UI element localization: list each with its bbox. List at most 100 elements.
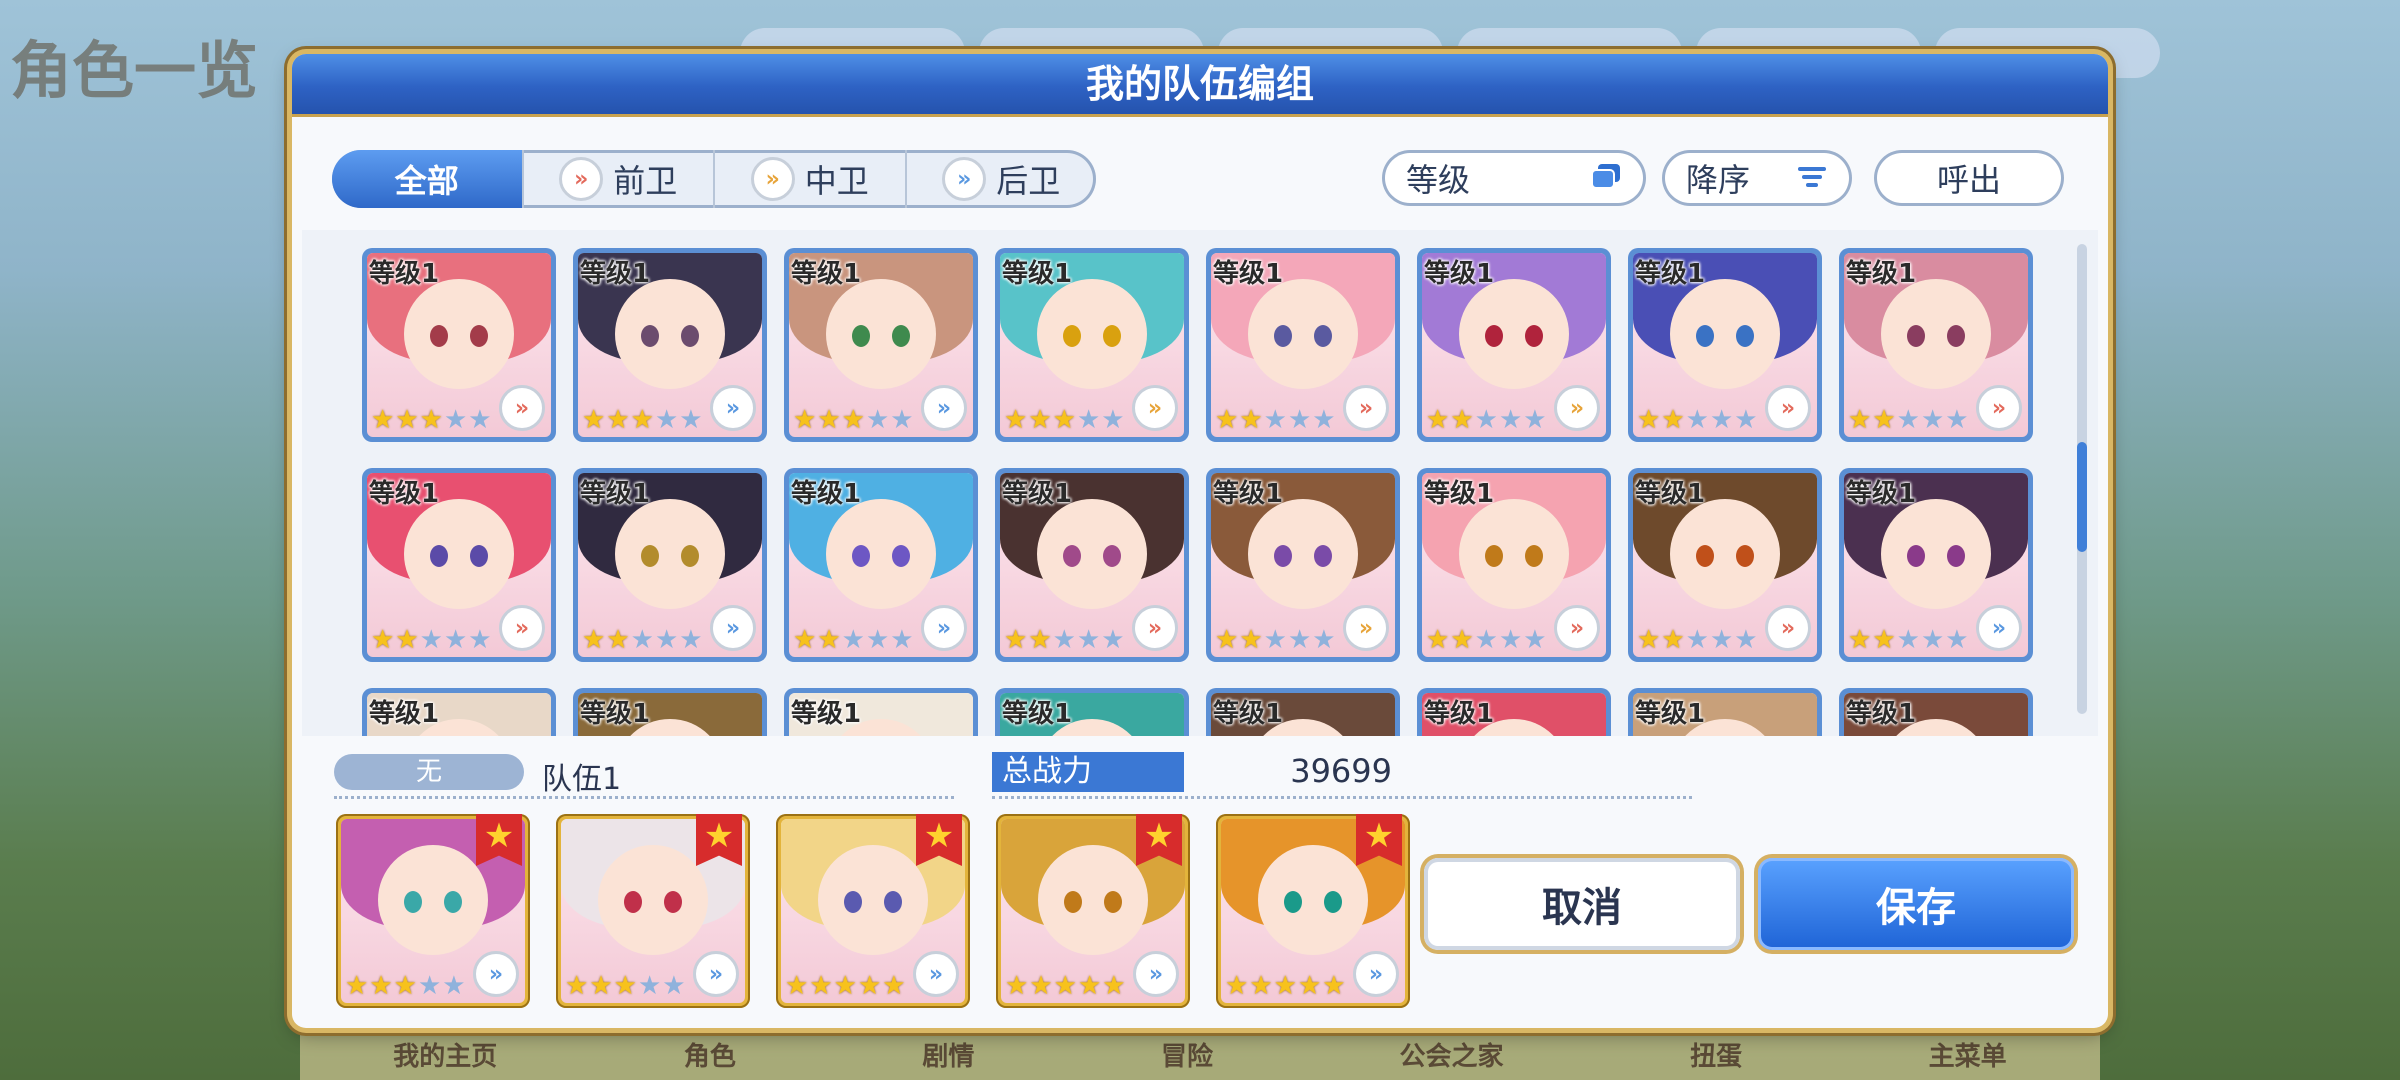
callout-button[interactable]: 呼出 bbox=[1874, 150, 2064, 206]
team-member-card[interactable]: ★ ★ ★ ★ ★» ★ bbox=[776, 814, 970, 1008]
filter-back-button[interactable]: » 后卫 bbox=[907, 150, 1097, 208]
nav-item-guild-house[interactable]: 公会之家 bbox=[1400, 1036, 1504, 1073]
character-card[interactable]: 等级1★★★★★» bbox=[1839, 468, 2033, 662]
star-icon: ★ bbox=[1896, 405, 1920, 435]
sort-by-level-button[interactable]: 等级 bbox=[1382, 150, 1646, 206]
nav-item-main-menu[interactable]: 主菜单 bbox=[1929, 1036, 2007, 1073]
character-card[interactable]: 等级1★★★★★» bbox=[1417, 248, 1611, 442]
star-icon: ★ bbox=[417, 971, 442, 1001]
roster-grid: 等级1 ★ ★ ★ ★ ★» 等级1 ★ ★ ★ ★ ★» 等级1 ★ ★ ★ ★ ★» 等级1 ★ ★ ★ ★ ★» 等级1 ★… bbox=[362, 248, 2033, 736]
character-card[interactable]: 等级1★★★★★» bbox=[1206, 468, 1400, 662]
team-member-card[interactable]: ★ ★ ★ ★ ★» ★ bbox=[336, 814, 530, 1008]
sort-order-button[interactable]: 降序 bbox=[1662, 150, 1852, 206]
character-card[interactable]: 等级1★★★★★» bbox=[995, 468, 1189, 662]
star-icon: ★ bbox=[1077, 971, 1102, 1001]
character-card[interactable]: 等级1★★★★★» bbox=[362, 468, 556, 662]
sort-label: 等级 bbox=[1406, 161, 1471, 199]
star-icon: ★ bbox=[393, 971, 417, 1001]
star-icon: ★ bbox=[443, 625, 468, 655]
star-icon: ★ bbox=[654, 625, 679, 655]
character-portrait: 等级1★★★★★» bbox=[789, 473, 973, 657]
character-card[interactable]: 等级1★★★★★» bbox=[1628, 248, 1822, 442]
character-card[interactable]: 等级1★★★★★» bbox=[573, 248, 767, 442]
star-rating: ★ ★ ★ ★ ★ bbox=[1848, 407, 1969, 433]
star-icon: ★ bbox=[1661, 625, 1685, 655]
character-card[interactable]: 等级1★★★★★» bbox=[1417, 688, 1611, 736]
team-member-card[interactable]: ★ ★ ★ ★ ★» ★ bbox=[556, 814, 750, 1008]
team-divider bbox=[334, 796, 954, 799]
character-portrait: 等级1★★★★★» bbox=[1633, 693, 1817, 736]
character-card[interactable]: 等级1★★★★★» bbox=[362, 248, 556, 442]
dialog-title: 我的队伍编组 bbox=[292, 54, 2108, 117]
team-member-card[interactable]: ★ ★ ★ ★ ★» ★ bbox=[1216, 814, 1410, 1008]
star-icon: ★ bbox=[395, 405, 419, 435]
nav-item-character[interactable]: 角色 bbox=[684, 1036, 736, 1073]
filter-middle-button[interactable]: » 中卫 bbox=[715, 150, 907, 208]
nav-item-adventure[interactable]: 冒险 bbox=[1161, 1036, 1213, 1073]
character-card[interactable]: 等级1★★★★★» bbox=[784, 688, 978, 736]
star-rating: ★ ★ ★ ★ ★ bbox=[1426, 627, 1547, 653]
back-position-icon: » bbox=[1133, 951, 1179, 997]
character-level: 等级1 bbox=[1424, 479, 1495, 509]
character-portrait: 等级1★★★★★» bbox=[1422, 693, 1606, 736]
filter-middle-label: 中卫 bbox=[804, 162, 869, 200]
roster-scroll-thumb[interactable] bbox=[2077, 442, 2087, 552]
character-face bbox=[1248, 278, 1358, 389]
filter-front-button[interactable]: » 前卫 bbox=[524, 150, 715, 208]
character-card[interactable]: 等级1★★★★★» bbox=[1206, 248, 1400, 442]
team-member-card[interactable]: ★ ★ ★ ★ ★» ★ bbox=[996, 814, 1190, 1008]
star-icon: ★ bbox=[1263, 405, 1287, 435]
character-card[interactable]: 等级1★★★★★» bbox=[1628, 688, 1822, 736]
character-card[interactable]: 等级1★★★★★» bbox=[362, 688, 556, 736]
character-card[interactable]: 等级1★★★★★» bbox=[1839, 688, 2033, 736]
cancel-button[interactable]: 取消 bbox=[1424, 858, 1740, 950]
character-card[interactable]: 等级1★★★★★» bbox=[995, 248, 1189, 442]
character-card[interactable]: 等级1★★★★★» bbox=[573, 688, 767, 736]
nav-item-gacha[interactable]: 扭蛋 bbox=[1690, 1036, 1742, 1073]
character-portrait: 等级1★★★★★» bbox=[1422, 253, 1606, 437]
nav-item-home[interactable]: 我的主页 bbox=[393, 1036, 497, 1073]
character-face bbox=[1881, 278, 1991, 389]
character-portrait: 等级1★★★★★» bbox=[789, 253, 973, 437]
character-card[interactable]: 等级1★★★★★» bbox=[1839, 248, 2033, 442]
star-icon: ★ bbox=[1661, 405, 1685, 435]
star-icon: ★ bbox=[1215, 625, 1239, 655]
character-card[interactable]: 等级1★★★★★» bbox=[1206, 688, 1400, 736]
star-icon: ★ bbox=[841, 405, 865, 435]
star-icon: ★ bbox=[1474, 625, 1498, 655]
star-rating: ★ ★ ★ ★ ★ bbox=[582, 627, 703, 653]
star-icon: ★ bbox=[1101, 405, 1125, 435]
character-portrait: 等级1★★★★★» bbox=[1422, 473, 1606, 657]
star-icon: ★ bbox=[637, 971, 662, 1001]
save-button[interactable]: 保存 bbox=[1758, 858, 2074, 950]
character-card[interactable]: 等级1★★★★★» bbox=[784, 468, 978, 662]
star-icon: ★ bbox=[1709, 625, 1734, 655]
character-card[interactable]: 等级1★★★★★» bbox=[1628, 468, 1822, 662]
star-icon: ★ bbox=[1287, 625, 1312, 655]
selected-team: ★ ★ ★ ★ ★» ★ ★ ★ ★ ★ ★» ★ ★ ★ ★ ★ ★» ★ ★ ★ ★ ★ ★» ★ ★ ★ ★ ★ ★» ★ bbox=[336, 814, 1410, 1008]
roster-scrollbar[interactable] bbox=[2077, 244, 2087, 714]
star-rating: ★ ★ ★ ★ ★ bbox=[1004, 407, 1125, 433]
character-face bbox=[598, 844, 708, 955]
nav-item-story[interactable]: 剧情 bbox=[922, 1036, 974, 1073]
character-portrait: 等级1★★★★★» bbox=[1633, 473, 1817, 657]
star-rating: ★ ★ ★ ★ ★ bbox=[371, 627, 492, 653]
star-icon: ★ bbox=[1945, 625, 1969, 655]
filter-all-button[interactable]: 全部 bbox=[332, 150, 524, 208]
star-rating: ★ ★ ★ ★ ★ bbox=[1215, 407, 1336, 433]
character-card[interactable]: 等级1★★★★★» bbox=[1417, 468, 1611, 662]
character-card[interactable]: 等级1★★★★★» bbox=[573, 468, 767, 662]
character-face bbox=[1670, 498, 1780, 609]
star-icon: ★ bbox=[817, 405, 841, 435]
star-icon: ★ bbox=[1709, 405, 1734, 435]
star-icon: ★ bbox=[793, 625, 817, 655]
star-icon: ★ bbox=[662, 971, 686, 1001]
back-position-icon: » bbox=[693, 951, 739, 997]
team-tag: 无 bbox=[334, 754, 524, 790]
character-card[interactable]: 等级1★★★★★» bbox=[784, 248, 978, 442]
star-icon: ★ bbox=[606, 405, 630, 435]
character-level: 等级1 bbox=[791, 699, 862, 729]
character-card[interactable]: 等级1★★★★★» bbox=[995, 688, 1189, 736]
back-position-icon: » bbox=[710, 385, 756, 431]
star-icon: ★ bbox=[1239, 625, 1263, 655]
